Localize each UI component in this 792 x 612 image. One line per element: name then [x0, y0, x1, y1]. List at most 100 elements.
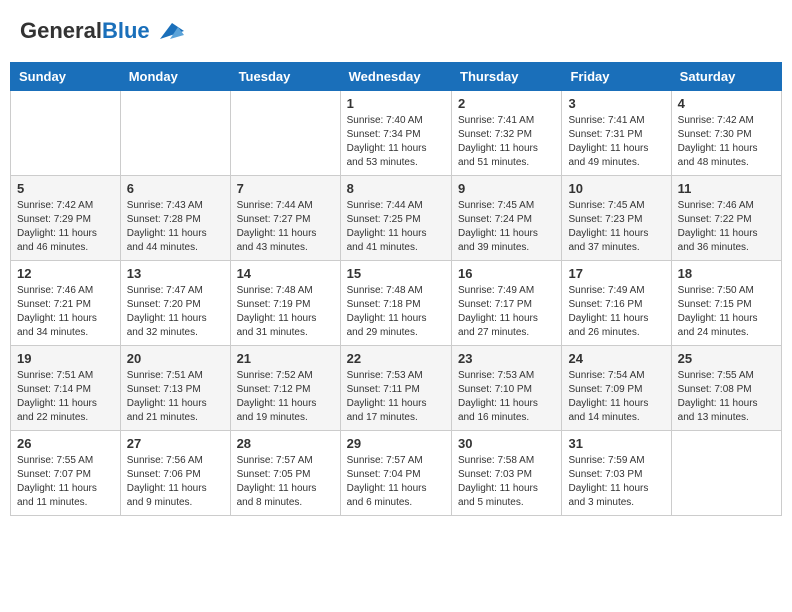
- day-number: 3: [568, 96, 664, 111]
- weekday-header-friday: Friday: [562, 63, 671, 91]
- day-number: 22: [347, 351, 445, 366]
- day-number: 9: [458, 181, 555, 196]
- calendar-cell: 24 Sunrise: 7:54 AM Sunset: 7:09 PM Dayli…: [562, 346, 671, 431]
- calendar-cell: 18 Sunrise: 7:50 AM Sunset: 7:15 PM Dayli…: [671, 261, 781, 346]
- day-info: Sunrise: 7:57 AM Sunset: 7:04 PM Dayligh…: [347, 454, 445, 510]
- calendar-cell: 2 Sunrise: 7:41 AM Sunset: 7:32 PM Daylig…: [452, 91, 562, 176]
- day-number: 7: [237, 181, 334, 196]
- day-info: Sunrise: 7:50 AM Sunset: 7:15 PM Dayligh…: [678, 284, 775, 340]
- weekday-header-tuesday: Tuesday: [230, 63, 340, 91]
- day-info: Sunrise: 7:51 AM Sunset: 7:13 PM Dayligh…: [127, 369, 224, 425]
- day-number: 15: [347, 266, 445, 281]
- calendar-cell: 14Sunrise: 7:48 AM Sunset: 7:19 PM Dayli…: [230, 261, 340, 346]
- day-number: 6: [127, 181, 224, 196]
- day-info: Sunrise: 7:53 AM Sunset: 7:11 PM Dayligh…: [347, 369, 445, 425]
- day-number: 27: [127, 436, 224, 451]
- calendar-cell: 31 Sunrise: 7:59 AM Sunset: 7:03 PM Dayli…: [562, 431, 671, 516]
- day-number: 29: [347, 436, 445, 451]
- day-info: Sunrise: 7:41 AM Sunset: 7:31 PM Dayligh…: [568, 114, 664, 170]
- day-info: Sunrise: 7:45 AM Sunset: 7:24 PM Dayligh…: [458, 199, 555, 255]
- calendar-cell: 12 Sunrise: 7:46 AM Sunset: 7:21 PM Dayli…: [11, 261, 121, 346]
- calendar-cell: 7 Sunrise: 7:44 AM Sunset: 7:27 PM Daylig…: [230, 176, 340, 261]
- day-info: Sunrise: 7:41 AM Sunset: 7:32 PM Dayligh…: [458, 114, 555, 170]
- day-number: 25: [678, 351, 775, 366]
- day-info: Sunrise: 7:51 AM Sunset: 7:14 PM Dayligh…: [17, 369, 114, 425]
- day-info: Sunrise: 7:54 AM Sunset: 7:09 PM Dayligh…: [568, 369, 664, 425]
- calendar-cell: [671, 431, 781, 516]
- weekday-header-saturday: Saturday: [671, 63, 781, 91]
- calendar-cell: 29 Sunrise: 7:57 AM Sunset: 7:04 PM Dayli…: [340, 431, 451, 516]
- day-info: Sunrise: 7:45 AM Sunset: 7:23 PM Dayligh…: [568, 199, 664, 255]
- calendar-cell: 9 Sunrise: 7:45 AM Sunset: 7:24 PM Daylig…: [452, 176, 562, 261]
- calendar-cell: 1 Sunrise: 7:40 AM Sunset: 7:34 PM Daylig…: [340, 91, 451, 176]
- day-info: Sunrise: 7:56 AM Sunset: 7:06 PM Dayligh…: [127, 454, 224, 510]
- weekday-header-sunday: Sunday: [11, 63, 121, 91]
- calendar-week-row: 26 Sunrise: 7:55 AM Sunset: 7:07 PM Dayli…: [11, 431, 782, 516]
- calendar-cell: 21Sunrise: 7:52 AM Sunset: 7:12 PM Dayli…: [230, 346, 340, 431]
- calendar-week-row: 19 Sunrise: 7:51 AM Sunset: 7:14 PM Dayli…: [11, 346, 782, 431]
- day-info: Sunrise: 7:49 AM Sunset: 7:16 PM Dayligh…: [568, 284, 664, 340]
- day-number: 13: [127, 266, 224, 281]
- calendar-week-row: 5Sunrise: 7:42 AM Sunset: 7:29 PM Daylig…: [11, 176, 782, 261]
- day-info: Sunrise: 7:53 AM Sunset: 7:10 PM Dayligh…: [458, 369, 555, 425]
- weekday-header-monday: Monday: [120, 63, 230, 91]
- day-number: 20: [127, 351, 224, 366]
- calendar-cell: 13 Sunrise: 7:47 AM Sunset: 7:20 PM Dayli…: [120, 261, 230, 346]
- calendar-cell: 10Sunrise: 7:45 AM Sunset: 7:23 PM Dayli…: [562, 176, 671, 261]
- calendar-week-row: 1 Sunrise: 7:40 AM Sunset: 7:34 PM Daylig…: [11, 91, 782, 176]
- logo-general: General: [20, 18, 102, 43]
- calendar-table: SundayMondayTuesdayWednesdayThursdayFrid…: [10, 62, 782, 516]
- day-number: 12: [17, 266, 114, 281]
- calendar-cell: [230, 91, 340, 176]
- day-info: Sunrise: 7:43 AM Sunset: 7:28 PM Dayligh…: [127, 199, 224, 255]
- logo-icon: [152, 15, 184, 47]
- day-info: Sunrise: 7:47 AM Sunset: 7:20 PM Dayligh…: [127, 284, 224, 340]
- calendar-cell: [11, 91, 121, 176]
- day-info: Sunrise: 7:44 AM Sunset: 7:25 PM Dayligh…: [347, 199, 445, 255]
- day-number: 4: [678, 96, 775, 111]
- day-number: 19: [17, 351, 114, 366]
- calendar-cell: 5Sunrise: 7:42 AM Sunset: 7:29 PM Daylig…: [11, 176, 121, 261]
- day-info: Sunrise: 7:48 AM Sunset: 7:19 PM Dayligh…: [237, 284, 334, 340]
- day-info: Sunrise: 7:55 AM Sunset: 7:07 PM Dayligh…: [17, 454, 114, 510]
- calendar-header-row: SundayMondayTuesdayWednesdayThursdayFrid…: [11, 63, 782, 91]
- day-info: Sunrise: 7:42 AM Sunset: 7:29 PM Dayligh…: [17, 199, 114, 255]
- calendar-cell: [120, 91, 230, 176]
- calendar-week-row: 12 Sunrise: 7:46 AM Sunset: 7:21 PM Dayli…: [11, 261, 782, 346]
- calendar-cell: 28 Sunrise: 7:57 AM Sunset: 7:05 PM Dayli…: [230, 431, 340, 516]
- day-number: 26: [17, 436, 114, 451]
- calendar-cell: 8Sunrise: 7:44 AM Sunset: 7:25 PM Daylig…: [340, 176, 451, 261]
- day-info: Sunrise: 7:40 AM Sunset: 7:34 PM Dayligh…: [347, 114, 445, 170]
- day-info: Sunrise: 7:46 AM Sunset: 7:22 PM Dayligh…: [678, 199, 775, 255]
- calendar-cell: 6 Sunrise: 7:43 AM Sunset: 7:28 PM Daylig…: [120, 176, 230, 261]
- calendar-cell: 17Sunrise: 7:49 AM Sunset: 7:16 PM Dayli…: [562, 261, 671, 346]
- day-number: 11: [678, 181, 775, 196]
- day-info: Sunrise: 7:48 AM Sunset: 7:18 PM Dayligh…: [347, 284, 445, 340]
- day-info: Sunrise: 7:49 AM Sunset: 7:17 PM Dayligh…: [458, 284, 555, 340]
- logo-blue: Blue: [102, 18, 150, 43]
- day-number: 31: [568, 436, 664, 451]
- calendar-cell: 11 Sunrise: 7:46 AM Sunset: 7:22 PM Dayli…: [671, 176, 781, 261]
- calendar-cell: 20 Sunrise: 7:51 AM Sunset: 7:13 PM Dayli…: [120, 346, 230, 431]
- day-number: 16: [458, 266, 555, 281]
- calendar-cell: 27 Sunrise: 7:56 AM Sunset: 7:06 PM Dayli…: [120, 431, 230, 516]
- day-number: 1: [347, 96, 445, 111]
- calendar-cell: 23Sunrise: 7:53 AM Sunset: 7:10 PM Dayli…: [452, 346, 562, 431]
- calendar-cell: 19 Sunrise: 7:51 AM Sunset: 7:14 PM Dayli…: [11, 346, 121, 431]
- day-number: 30: [458, 436, 555, 451]
- day-info: Sunrise: 7:44 AM Sunset: 7:27 PM Dayligh…: [237, 199, 334, 255]
- day-number: 28: [237, 436, 334, 451]
- calendar-cell: 30Sunrise: 7:58 AM Sunset: 7:03 PM Dayli…: [452, 431, 562, 516]
- calendar-cell: 16 Sunrise: 7:49 AM Sunset: 7:17 PM Dayli…: [452, 261, 562, 346]
- day-number: 24: [568, 351, 664, 366]
- day-number: 18: [678, 266, 775, 281]
- weekday-header-thursday: Thursday: [452, 63, 562, 91]
- calendar-cell: 22 Sunrise: 7:53 AM Sunset: 7:11 PM Dayli…: [340, 346, 451, 431]
- day-info: Sunrise: 7:59 AM Sunset: 7:03 PM Dayligh…: [568, 454, 664, 510]
- day-info: Sunrise: 7:57 AM Sunset: 7:05 PM Dayligh…: [237, 454, 334, 510]
- day-number: 2: [458, 96, 555, 111]
- calendar-cell: 15 Sunrise: 7:48 AM Sunset: 7:18 PM Dayli…: [340, 261, 451, 346]
- day-info: Sunrise: 7:46 AM Sunset: 7:21 PM Dayligh…: [17, 284, 114, 340]
- calendar-cell: 25Sunrise: 7:55 AM Sunset: 7:08 PM Dayli…: [671, 346, 781, 431]
- day-info: Sunrise: 7:42 AM Sunset: 7:30 PM Dayligh…: [678, 114, 775, 170]
